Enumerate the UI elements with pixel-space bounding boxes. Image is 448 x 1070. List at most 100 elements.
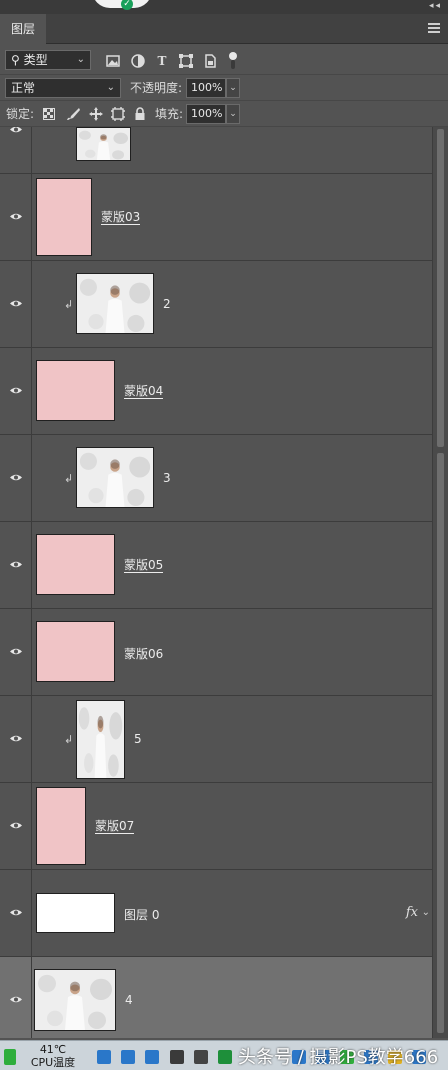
tab-layers[interactable]: 图层 [0,14,46,44]
layer-name[interactable]: 蒙版04 [124,385,164,399]
photo-thumbnail-image [77,274,153,333]
layer-row[interactable]: ↲ 5 [0,696,432,783]
layers-scrollbar[interactable] [432,127,448,1038]
visibility-toggle[interactable] [0,261,32,347]
layer-row[interactable]: 图层 0 fx ⌄ [0,870,432,957]
filter-toggle-icon[interactable] [228,51,238,71]
scrollbar-thumb-upper[interactable] [437,129,444,447]
layer-row[interactable]: 蒙版03 [0,174,432,261]
lock-label: 锁定: [6,107,35,121]
panel-menu-icon[interactable] [428,23,440,33]
adjustment-filter-icon[interactable] [130,53,146,69]
visibility-toggle[interactable] [0,696,32,782]
shape-filter-icon[interactable] [178,53,194,69]
photo-thumbnail-image [77,128,130,160]
layer-row[interactable]: 蒙版05 [0,522,432,609]
layer-name[interactable]: 5 [134,732,142,746]
check-icon: ✓ [121,0,133,10]
lock-transparent-icon[interactable] [43,108,55,120]
shield-icon[interactable] [97,1050,111,1064]
scrollbar-thumb[interactable] [437,453,444,1033]
visibility-toggle[interactable] [0,783,32,869]
chevron-down-icon[interactable]: ⌄ [422,907,430,918]
lock-artboard-icon[interactable] [110,106,126,122]
visibility-toggle[interactable] [0,174,32,260]
photo-thumbnail-image [77,701,124,778]
eye-icon [10,474,22,481]
cpu-temp-label: CPU温度 [30,1056,76,1069]
taskbar-app-icon[interactable] [4,1049,16,1065]
shield-icon[interactable] [145,1050,159,1064]
layer-name[interactable]: 蒙版07 [95,820,135,834]
visibility-toggle[interactable] [0,435,32,521]
layer-thumbnail [36,621,115,682]
layer-row[interactable] [0,127,432,174]
clipping-mask-icon: ↲ [64,298,74,311]
shield-icon[interactable] [121,1050,135,1064]
network-icon[interactable] [170,1050,184,1064]
filter-kind-select[interactable]: ⚲ 类型 ⌄ [5,50,91,70]
opacity-label: 不透明度: [130,81,183,95]
chevron-down-icon: ⌄ [106,82,115,93]
layer-thumbnail [76,447,154,508]
opacity-dropdown-button[interactable]: ⌄ [226,78,240,98]
fill-input[interactable]: 100% [186,104,226,124]
layer-row[interactable]: 蒙版06 [0,609,432,696]
layer-row[interactable]: 蒙版04 [0,348,432,435]
layer-name[interactable]: 蒙版03 [101,211,141,225]
layer-thumbnail [76,127,131,161]
layer-thumbnail [36,787,86,865]
eye-icon [10,127,22,133]
layer-thumbnail [36,360,115,421]
layer-name[interactable]: 蒙版06 [124,645,163,662]
layer-name[interactable]: 蒙版05 [124,559,164,573]
blend-mode-select[interactable]: 正常 ⌄ [5,78,121,98]
filter-row: ⚲ 类型 ⌄ T [0,45,448,75]
printer-icon[interactable] [194,1050,208,1064]
chevron-down-icon: ⌄ [76,54,85,65]
eye-icon [10,300,22,307]
eye-icon [10,735,22,742]
clipping-mask-icon: ↲ [64,733,74,746]
visibility-toggle[interactable] [0,870,32,956]
type-filter-icon[interactable]: T [154,53,170,69]
lock-position-icon[interactable] [88,106,104,122]
visibility-toggle[interactable] [0,522,32,608]
layer-name[interactable]: 图层 0 [124,906,159,923]
layer-name[interactable]: 4 [125,993,133,1007]
cpu-temp-value: 41℃ [39,1043,67,1056]
visibility-toggle[interactable] [0,127,32,173]
opacity-input[interactable]: 100% [186,78,226,98]
layer-row[interactable]: 4 [0,957,432,1038]
image-filter-icon[interactable] [105,53,121,69]
eye-icon [10,648,22,655]
visibility-toggle[interactable] [0,609,32,695]
lock-image-icon[interactable] [66,107,80,121]
layer-thumbnail [76,700,125,779]
layers-list[interactable]: 蒙版03 ↲ 2 蒙版04 ↲ 3 蒙版05 蒙版06 ↲ 5 蒙版07 图层 0 fx ⌄ 4 [0,127,432,1038]
watermark-text: 头条号 / 摄影PS教学666 [238,1047,439,1068]
layer-effects-icon[interactable]: fx [406,905,418,920]
collapse-panel-icon[interactable]: ◂◂ [429,1,442,11]
lock-all-icon[interactable] [132,106,148,122]
search-icon: ⚲ [11,53,24,67]
eye-icon [10,909,22,916]
eye-icon [10,822,22,829]
layer-thumbnail [34,969,116,1031]
fill-label: 填充: [155,107,184,121]
fill-dropdown-button[interactable]: ⌄ [226,104,240,124]
play-icon[interactable] [218,1050,232,1064]
eye-icon [10,213,22,220]
layer-thumbnail [36,534,115,595]
visibility-toggle[interactable] [0,957,32,1038]
cpu-temperature-widget: 41℃ CPU温度 [30,1043,76,1069]
layer-row[interactable]: ↲ 2 [0,261,432,348]
layer-thumbnail [36,178,92,256]
layer-row[interactable]: 蒙版07 [0,783,432,870]
layer-row[interactable]: ↲ 3 [0,435,432,522]
smart-object-filter-icon[interactable] [202,53,218,69]
visibility-toggle[interactable] [0,348,32,434]
layer-thumbnail [36,893,115,933]
layer-name[interactable]: 3 [163,471,171,485]
layer-name[interactable]: 2 [163,297,171,311]
